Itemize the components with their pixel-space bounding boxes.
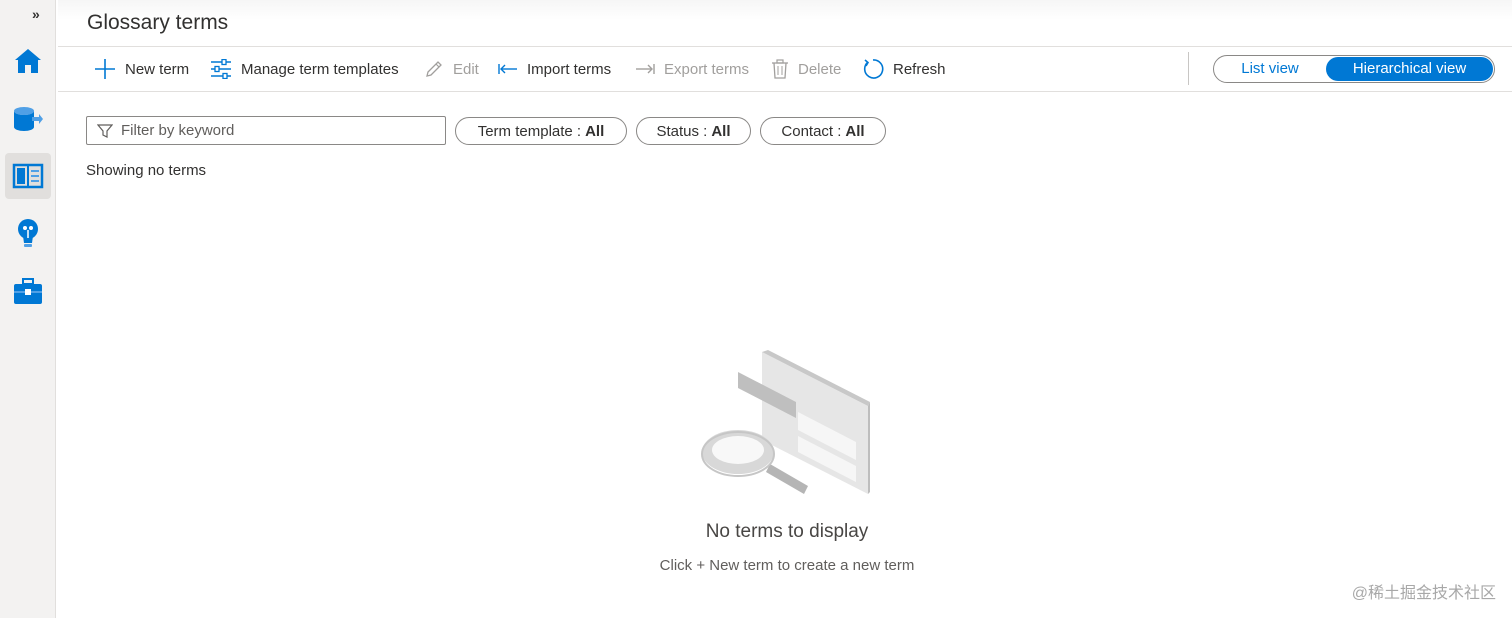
left-nav-rail: » [0,0,56,618]
keyword-filter-input[interactable] [121,122,431,139]
refresh-label: Refresh [893,60,946,78]
contact-filter-value: All [845,122,865,140]
status-filter-label: Status : [656,122,708,140]
import-arrow-icon [498,62,518,76]
empty-state-illustration [700,348,875,508]
term-template-filter-value: All [585,122,605,140]
new-term-button[interactable]: New term [94,47,189,91]
empty-state-title: No terms to display [705,521,869,542]
glossary-nav-item[interactable] [5,153,51,199]
watermark: @稀土掘金技术社区 [1351,585,1496,602]
page-header: Glossary terms [58,0,1512,47]
status-filter-pill[interactable]: Status : All [636,117,751,145]
contact-filter-label: Contact : [781,122,842,140]
plus-icon [94,58,116,80]
expand-nav-button[interactable]: » [32,6,40,22]
insights-nav-item[interactable] [5,211,51,257]
view-toggle: List view Hierarchical view [1213,55,1495,83]
export-terms-label: Export terms [664,60,750,78]
delete-button[interactable]: Delete [771,47,841,91]
trash-icon [771,59,789,79]
new-term-label: New term [125,60,190,78]
refresh-button[interactable]: Refresh [862,47,946,91]
import-terms-button[interactable]: Import terms [498,47,611,91]
delete-label: Delete [798,60,842,78]
term-template-filter-label: Term template : [477,122,582,140]
list-view-option[interactable]: List view [1216,57,1324,81]
page-title: Glossary terms [87,11,229,34]
toolbox-icon [14,278,42,304]
management-nav-item[interactable] [5,268,51,314]
contact-filter-pill[interactable]: Contact : All [760,117,886,145]
status-filter-value: All [711,122,731,140]
result-count-text: Showing no terms [86,162,207,179]
export-arrow-icon [635,62,655,76]
manage-term-templates-label: Manage term templates [241,60,399,78]
data-source-icon [14,107,43,131]
edit-label: Edit [453,60,479,78]
empty-state-subtitle: Click + New term to create a new term [659,557,915,574]
term-template-filter-pill[interactable]: Term template : All [455,117,627,145]
command-bar: New term Manage term templates Edit Impo… [58,47,1512,92]
toolbar-divider [1188,52,1189,85]
home-nav-item[interactable] [5,38,51,84]
lightbulb-icon [18,219,38,247]
hierarchical-view-option[interactable]: Hierarchical view [1326,57,1493,81]
book-icon [12,163,44,189]
data-map-nav-item[interactable] [5,96,51,142]
import-terms-label: Import terms [527,60,612,78]
home-icon [15,49,41,73]
sliders-icon [210,59,232,79]
filter-funnel-icon [97,123,113,139]
pencil-icon [424,59,444,79]
manage-term-templates-button[interactable]: Manage term templates [210,47,399,91]
export-terms-button[interactable]: Export terms [635,47,749,91]
refresh-icon [862,58,884,80]
edit-button[interactable]: Edit [424,47,479,91]
keyword-filter [86,116,446,145]
